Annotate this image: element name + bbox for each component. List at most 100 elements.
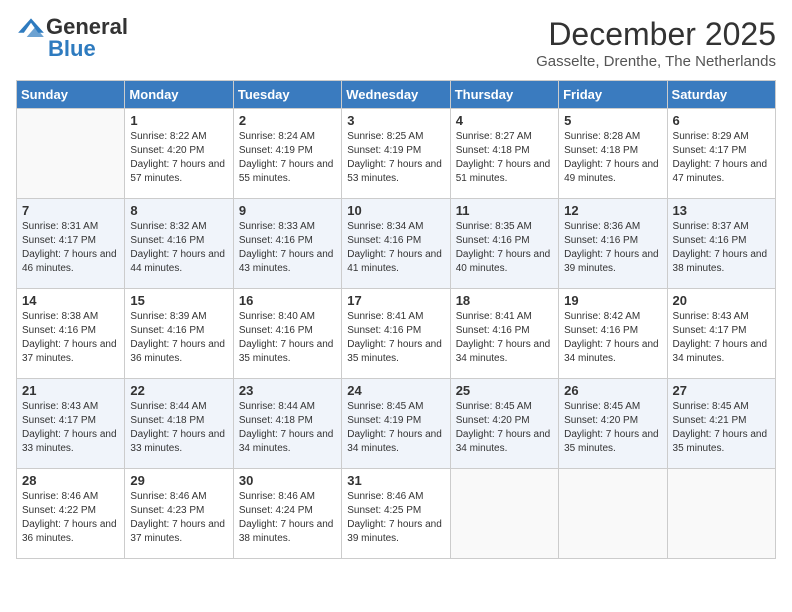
calendar-table: SundayMondayTuesdayWednesdayThursdayFrid… [16,80,776,559]
calendar-cell: 5 Sunrise: 8:28 AMSunset: 4:18 PMDayligh… [559,109,667,199]
day-number: 31 [347,473,444,488]
calendar-week-row: 28 Sunrise: 8:46 AMSunset: 4:22 PMDaylig… [17,469,776,559]
calendar-cell: 15 Sunrise: 8:39 AMSunset: 4:16 PMDaylig… [125,289,233,379]
calendar-cell: 30 Sunrise: 8:46 AMSunset: 4:24 PMDaylig… [233,469,341,559]
day-detail: Sunrise: 8:25 AMSunset: 4:19 PMDaylight:… [347,131,442,184]
column-header-saturday: Saturday [667,81,775,109]
day-detail: Sunrise: 8:42 AMSunset: 4:16 PMDaylight:… [564,311,659,364]
day-detail: Sunrise: 8:41 AMSunset: 4:16 PMDaylight:… [347,311,442,364]
day-detail: Sunrise: 8:44 AMSunset: 4:18 PMDaylight:… [239,401,334,454]
calendar-week-row: 7 Sunrise: 8:31 AMSunset: 4:17 PMDayligh… [17,199,776,289]
day-detail: Sunrise: 8:33 AMSunset: 4:16 PMDaylight:… [239,221,334,274]
day-number: 6 [673,113,770,128]
day-detail: Sunrise: 8:31 AMSunset: 4:17 PMDaylight:… [22,221,117,274]
calendar-cell: 29 Sunrise: 8:46 AMSunset: 4:23 PMDaylig… [125,469,233,559]
logo-general: General [46,16,128,38]
day-detail: Sunrise: 8:37 AMSunset: 4:16 PMDaylight:… [673,221,768,274]
column-header-tuesday: Tuesday [233,81,341,109]
calendar-cell: 25 Sunrise: 8:45 AMSunset: 4:20 PMDaylig… [450,379,558,469]
day-number: 13 [673,203,770,218]
day-detail: Sunrise: 8:27 AMSunset: 4:18 PMDaylight:… [456,131,551,184]
calendar-cell: 6 Sunrise: 8:29 AMSunset: 4:17 PMDayligh… [667,109,775,199]
calendar-cell: 20 Sunrise: 8:43 AMSunset: 4:17 PMDaylig… [667,289,775,379]
column-header-monday: Monday [125,81,233,109]
column-header-wednesday: Wednesday [342,81,450,109]
page-header: General Blue December 2025 Gasselte, Dre… [16,16,776,70]
day-number: 25 [456,383,553,398]
day-detail: Sunrise: 8:45 AMSunset: 4:20 PMDaylight:… [564,401,659,454]
day-detail: Sunrise: 8:46 AMSunset: 4:22 PMDaylight:… [22,491,117,544]
day-detail: Sunrise: 8:40 AMSunset: 4:16 PMDaylight:… [239,311,334,364]
calendar-cell: 2 Sunrise: 8:24 AMSunset: 4:19 PMDayligh… [233,109,341,199]
day-detail: Sunrise: 8:29 AMSunset: 4:17 PMDaylight:… [673,131,768,184]
month-title: December 2025 [536,16,776,53]
calendar-header-row: SundayMondayTuesdayWednesdayThursdayFrid… [17,81,776,109]
day-number: 3 [347,113,444,128]
day-number: 21 [22,383,119,398]
calendar-cell: 21 Sunrise: 8:43 AMSunset: 4:17 PMDaylig… [17,379,125,469]
day-detail: Sunrise: 8:43 AMSunset: 4:17 PMDaylight:… [22,401,117,454]
day-detail: Sunrise: 8:39 AMSunset: 4:16 PMDaylight:… [130,311,225,364]
day-detail: Sunrise: 8:43 AMSunset: 4:17 PMDaylight:… [673,311,768,364]
calendar-cell: 17 Sunrise: 8:41 AMSunset: 4:16 PMDaylig… [342,289,450,379]
day-number: 9 [239,203,336,218]
day-detail: Sunrise: 8:41 AMSunset: 4:16 PMDaylight:… [456,311,551,364]
day-number: 18 [456,293,553,308]
day-number: 26 [564,383,661,398]
calendar-cell: 31 Sunrise: 8:46 AMSunset: 4:25 PMDaylig… [342,469,450,559]
calendar-cell: 16 Sunrise: 8:40 AMSunset: 4:16 PMDaylig… [233,289,341,379]
day-number: 12 [564,203,661,218]
calendar-cell [17,109,125,199]
calendar-cell: 8 Sunrise: 8:32 AMSunset: 4:16 PMDayligh… [125,199,233,289]
day-detail: Sunrise: 8:35 AMSunset: 4:16 PMDaylight:… [456,221,551,274]
calendar-cell: 18 Sunrise: 8:41 AMSunset: 4:16 PMDaylig… [450,289,558,379]
day-number: 5 [564,113,661,128]
day-number: 30 [239,473,336,488]
column-header-friday: Friday [559,81,667,109]
day-number: 8 [130,203,227,218]
calendar-cell [667,469,775,559]
calendar-cell: 13 Sunrise: 8:37 AMSunset: 4:16 PMDaylig… [667,199,775,289]
day-detail: Sunrise: 8:44 AMSunset: 4:18 PMDaylight:… [130,401,225,454]
day-number: 15 [130,293,227,308]
day-number: 19 [564,293,661,308]
day-detail: Sunrise: 8:46 AMSunset: 4:25 PMDaylight:… [347,491,442,544]
calendar-cell: 3 Sunrise: 8:25 AMSunset: 4:19 PMDayligh… [342,109,450,199]
day-number: 23 [239,383,336,398]
day-number: 22 [130,383,227,398]
day-number: 2 [239,113,336,128]
day-number: 27 [673,383,770,398]
day-number: 4 [456,113,553,128]
day-detail: Sunrise: 8:45 AMSunset: 4:19 PMDaylight:… [347,401,442,454]
day-detail: Sunrise: 8:24 AMSunset: 4:19 PMDaylight:… [239,131,334,184]
day-number: 10 [347,203,444,218]
calendar-cell: 12 Sunrise: 8:36 AMSunset: 4:16 PMDaylig… [559,199,667,289]
calendar-cell: 19 Sunrise: 8:42 AMSunset: 4:16 PMDaylig… [559,289,667,379]
calendar-cell: 28 Sunrise: 8:46 AMSunset: 4:22 PMDaylig… [17,469,125,559]
calendar-week-row: 14 Sunrise: 8:38 AMSunset: 4:16 PMDaylig… [17,289,776,379]
day-detail: Sunrise: 8:45 AMSunset: 4:21 PMDaylight:… [673,401,768,454]
calendar-cell [559,469,667,559]
day-number: 28 [22,473,119,488]
calendar-cell: 24 Sunrise: 8:45 AMSunset: 4:19 PMDaylig… [342,379,450,469]
calendar-week-row: 21 Sunrise: 8:43 AMSunset: 4:17 PMDaylig… [17,379,776,469]
calendar-week-row: 1 Sunrise: 8:22 AMSunset: 4:20 PMDayligh… [17,109,776,199]
day-number: 7 [22,203,119,218]
title-section: December 2025 Gasselte, Drenthe, The Net… [536,16,776,70]
day-detail: Sunrise: 8:32 AMSunset: 4:16 PMDaylight:… [130,221,225,274]
day-number: 24 [347,383,444,398]
calendar-cell: 26 Sunrise: 8:45 AMSunset: 4:20 PMDaylig… [559,379,667,469]
calendar-cell: 27 Sunrise: 8:45 AMSunset: 4:21 PMDaylig… [667,379,775,469]
day-number: 17 [347,293,444,308]
calendar-cell: 23 Sunrise: 8:44 AMSunset: 4:18 PMDaylig… [233,379,341,469]
column-header-thursday: Thursday [450,81,558,109]
day-number: 20 [673,293,770,308]
day-detail: Sunrise: 8:46 AMSunset: 4:24 PMDaylight:… [239,491,334,544]
day-number: 16 [239,293,336,308]
day-detail: Sunrise: 8:22 AMSunset: 4:20 PMDaylight:… [130,131,225,184]
calendar-cell: 9 Sunrise: 8:33 AMSunset: 4:16 PMDayligh… [233,199,341,289]
calendar-cell: 7 Sunrise: 8:31 AMSunset: 4:17 PMDayligh… [17,199,125,289]
day-number: 1 [130,113,227,128]
day-number: 29 [130,473,227,488]
calendar-cell: 4 Sunrise: 8:27 AMSunset: 4:18 PMDayligh… [450,109,558,199]
